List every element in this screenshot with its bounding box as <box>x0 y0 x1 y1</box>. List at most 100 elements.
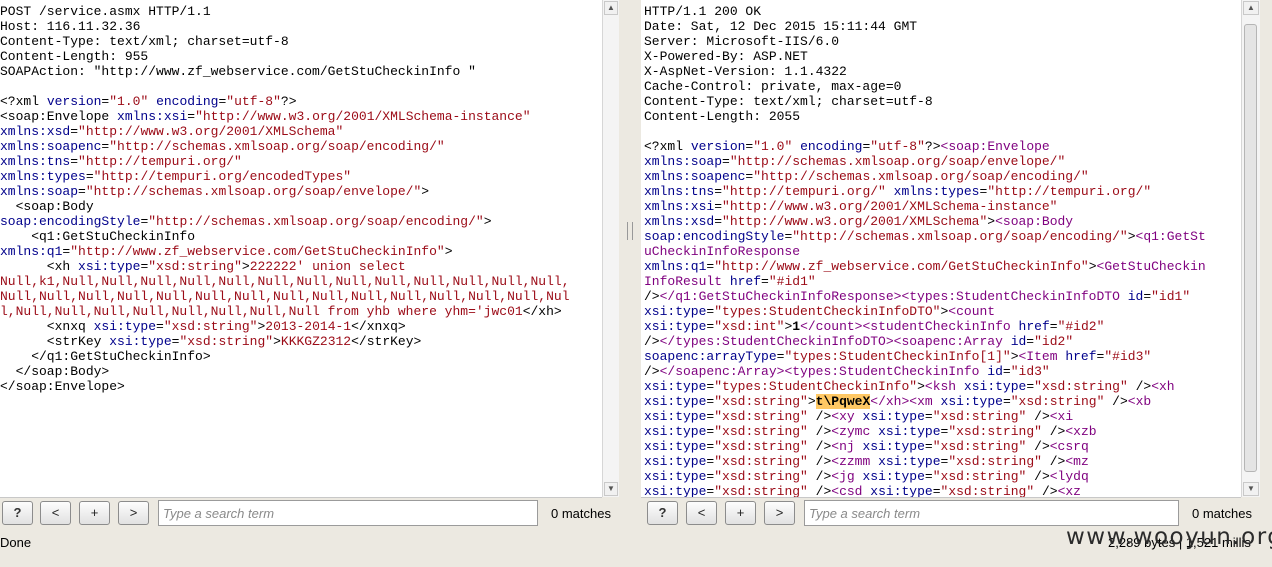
add-search-button[interactable]: + <box>725 501 756 525</box>
code-line: xsi:type="xsd:string" /><xy xsi:type="xs… <box>644 409 1241 424</box>
code-token: <soap:Envelope <box>940 139 1050 154</box>
code-token: xsi:type <box>862 469 925 484</box>
code-token: X-AspNet-Version: 1.1.4322 <box>644 64 847 79</box>
code-token: "http://tempuri.org/" <box>78 154 242 169</box>
code-token: </soap:Body> <box>0 364 110 379</box>
response-scroll-thumb[interactable] <box>1244 24 1257 472</box>
help-button[interactable]: ? <box>2 501 33 525</box>
code-token: soap:encodingStyle <box>0 214 141 229</box>
code-token: xsi:type <box>644 439 707 454</box>
code-token: </types:StudentCheckinInfoDTO> <box>659 334 894 349</box>
code-line: POST /service.asmx HTTP/1.1 <box>0 4 602 19</box>
code-token: = <box>70 154 79 169</box>
code-token: <xz <box>1057 484 1081 498</box>
code-token: "xsd:string" <box>163 319 258 334</box>
code-token: "#id3" <box>1104 349 1152 364</box>
code-token: "#id1" <box>768 274 816 289</box>
code-line: <xh xsi:type="xsd:string">222222' union … <box>0 259 602 274</box>
code-token: id <box>1010 334 1027 349</box>
add-search-button[interactable]: + <box>79 501 110 525</box>
code-token: = <box>714 184 723 199</box>
prev-match-button[interactable]: < <box>686 501 717 525</box>
code-token: <xh <box>0 259 79 274</box>
pane-splitter[interactable] <box>620 0 641 497</box>
code-token: <lydq <box>1049 469 1089 484</box>
request-scrollbar[interactable]: ▲ ▼ <box>602 0 619 497</box>
down-arrow-icon[interactable]: ▼ <box>1243 482 1259 496</box>
code-token: href <box>729 274 762 289</box>
code-token: "xsd:string" <box>714 409 808 424</box>
splitter-grip-icon[interactable] <box>627 222 633 240</box>
up-arrow-icon[interactable]: ▲ <box>604 1 618 15</box>
code-token: "http://schemas.xmlsoap.org/soap/encodin… <box>792 229 1128 244</box>
code-token: "http://www.zf_webservice.com/GetStuChec… <box>70 244 445 259</box>
code-line: xsi:type="xsd:string" /><nj xsi:type="xs… <box>644 439 1241 454</box>
code-token: "xsd:int" <box>714 319 785 334</box>
code-token: <Item <box>1018 349 1058 364</box>
code-line: xsi:type="xsd:string" /><zzmm xsi:type="… <box>644 454 1241 469</box>
code-token: = <box>187 109 196 124</box>
request-search-bar: ? < + > 0 matches <box>0 498 620 530</box>
code-token: /> <box>807 454 832 469</box>
code-line: xmlns:xsd="http://www.w3.org/2001/XMLSch… <box>0 124 602 139</box>
code-line: xmlns:xsi="http://www.w3.org/2001/XMLSch… <box>644 199 1241 214</box>
search-highlight: t\PqweX <box>815 394 871 409</box>
code-token: "xsd:string" <box>148 259 242 274</box>
code-line: ​ <box>644 124 1241 139</box>
code-token: "xsd:string" <box>932 469 1027 484</box>
request-text[interactable]: POST /service.asmx HTTP/1.1 Host: 116.11.… <box>0 0 602 394</box>
code-token: 222222' union select <box>249 259 406 274</box>
code-line: Server: Microsoft-IIS/6.0 <box>644 34 1241 49</box>
code-token: /> <box>1026 439 1050 454</box>
response-scrollbar[interactable]: ▲ ▼ <box>1241 0 1260 497</box>
code-token: <xm <box>909 394 933 409</box>
code-token: > <box>273 334 281 349</box>
next-match-button[interactable]: > <box>118 501 149 525</box>
code-token: xmlns:soapenc <box>0 139 102 154</box>
code-token: xsi:type <box>644 424 707 439</box>
code-token: Date: Sat, 12 Dec 2015 15:11:44 GMT <box>644 19 918 34</box>
code-token: soapenc:arrayType <box>644 349 777 364</box>
code-line: </soap:Envelope> <box>0 379 602 394</box>
code-token: 2013-2014-1 <box>265 319 352 334</box>
code-token: Content-Length: 2055 <box>644 109 801 124</box>
code-token: <?xml <box>0 94 47 109</box>
code-token: > <box>444 244 453 259</box>
search-input[interactable] <box>804 500 1179 526</box>
code-token: "http://schemas.xmlsoap.org/soap/encodin… <box>753 169 1089 184</box>
code-token: xmlns:tns <box>0 154 71 169</box>
code-token: xsi:type <box>644 319 707 334</box>
help-button[interactable]: ? <box>647 501 678 525</box>
request-editor[interactable]: POST /service.asmx HTTP/1.1 Host: 116.11.… <box>0 0 602 498</box>
prev-match-button[interactable]: < <box>40 501 71 525</box>
code-token: <csrq <box>1049 439 1089 454</box>
code-token: xsi:type <box>644 454 707 469</box>
next-match-button[interactable]: > <box>764 501 795 525</box>
response-text[interactable]: HTTP/1.1 200 OK Date: Sat, 12 Dec 2015 15… <box>641 0 1241 498</box>
code-token: "http://tempuri.org/" <box>722 184 886 199</box>
code-token: <xh <box>1151 379 1175 394</box>
code-token: "xsd:string" <box>179 334 274 349</box>
code-token: xsi:type <box>93 319 157 334</box>
code-token: Content-Type: text/xml; charset=utf-8 <box>0 34 289 49</box>
code-token: > <box>1010 349 1019 364</box>
code-line: uCheckinInfoResponse <box>644 244 1241 259</box>
search-input[interactable] <box>158 500 538 526</box>
code-token: /> <box>807 469 832 484</box>
code-token: <xnxq <box>0 319 94 334</box>
response-editor[interactable]: HTTP/1.1 200 OK Date: Sat, 12 Dec 2015 15… <box>641 0 1241 498</box>
code-token: Cache-Control: private, max-age=0 <box>644 79 902 94</box>
down-arrow-icon[interactable]: ▼ <box>604 482 618 496</box>
code-token: xmlns:xsi <box>644 199 715 214</box>
up-arrow-icon[interactable]: ▲ <box>1243 1 1259 15</box>
code-token: X-Powered-By: ASP.NET <box>644 49 808 64</box>
code-token: ?> <box>924 139 941 154</box>
code-token: xmlns:q1 <box>644 259 707 274</box>
code-line: HTTP/1.1 200 OK <box>644 4 1241 19</box>
code-token: InfoResult <box>644 274 723 289</box>
code-token: = <box>156 319 164 334</box>
code-token: SOAPAction: "http://www.zf_webservice.co… <box>0 64 476 79</box>
code-line: xsi:type="types:StudentCheckinInfo"><ksh… <box>644 379 1241 394</box>
